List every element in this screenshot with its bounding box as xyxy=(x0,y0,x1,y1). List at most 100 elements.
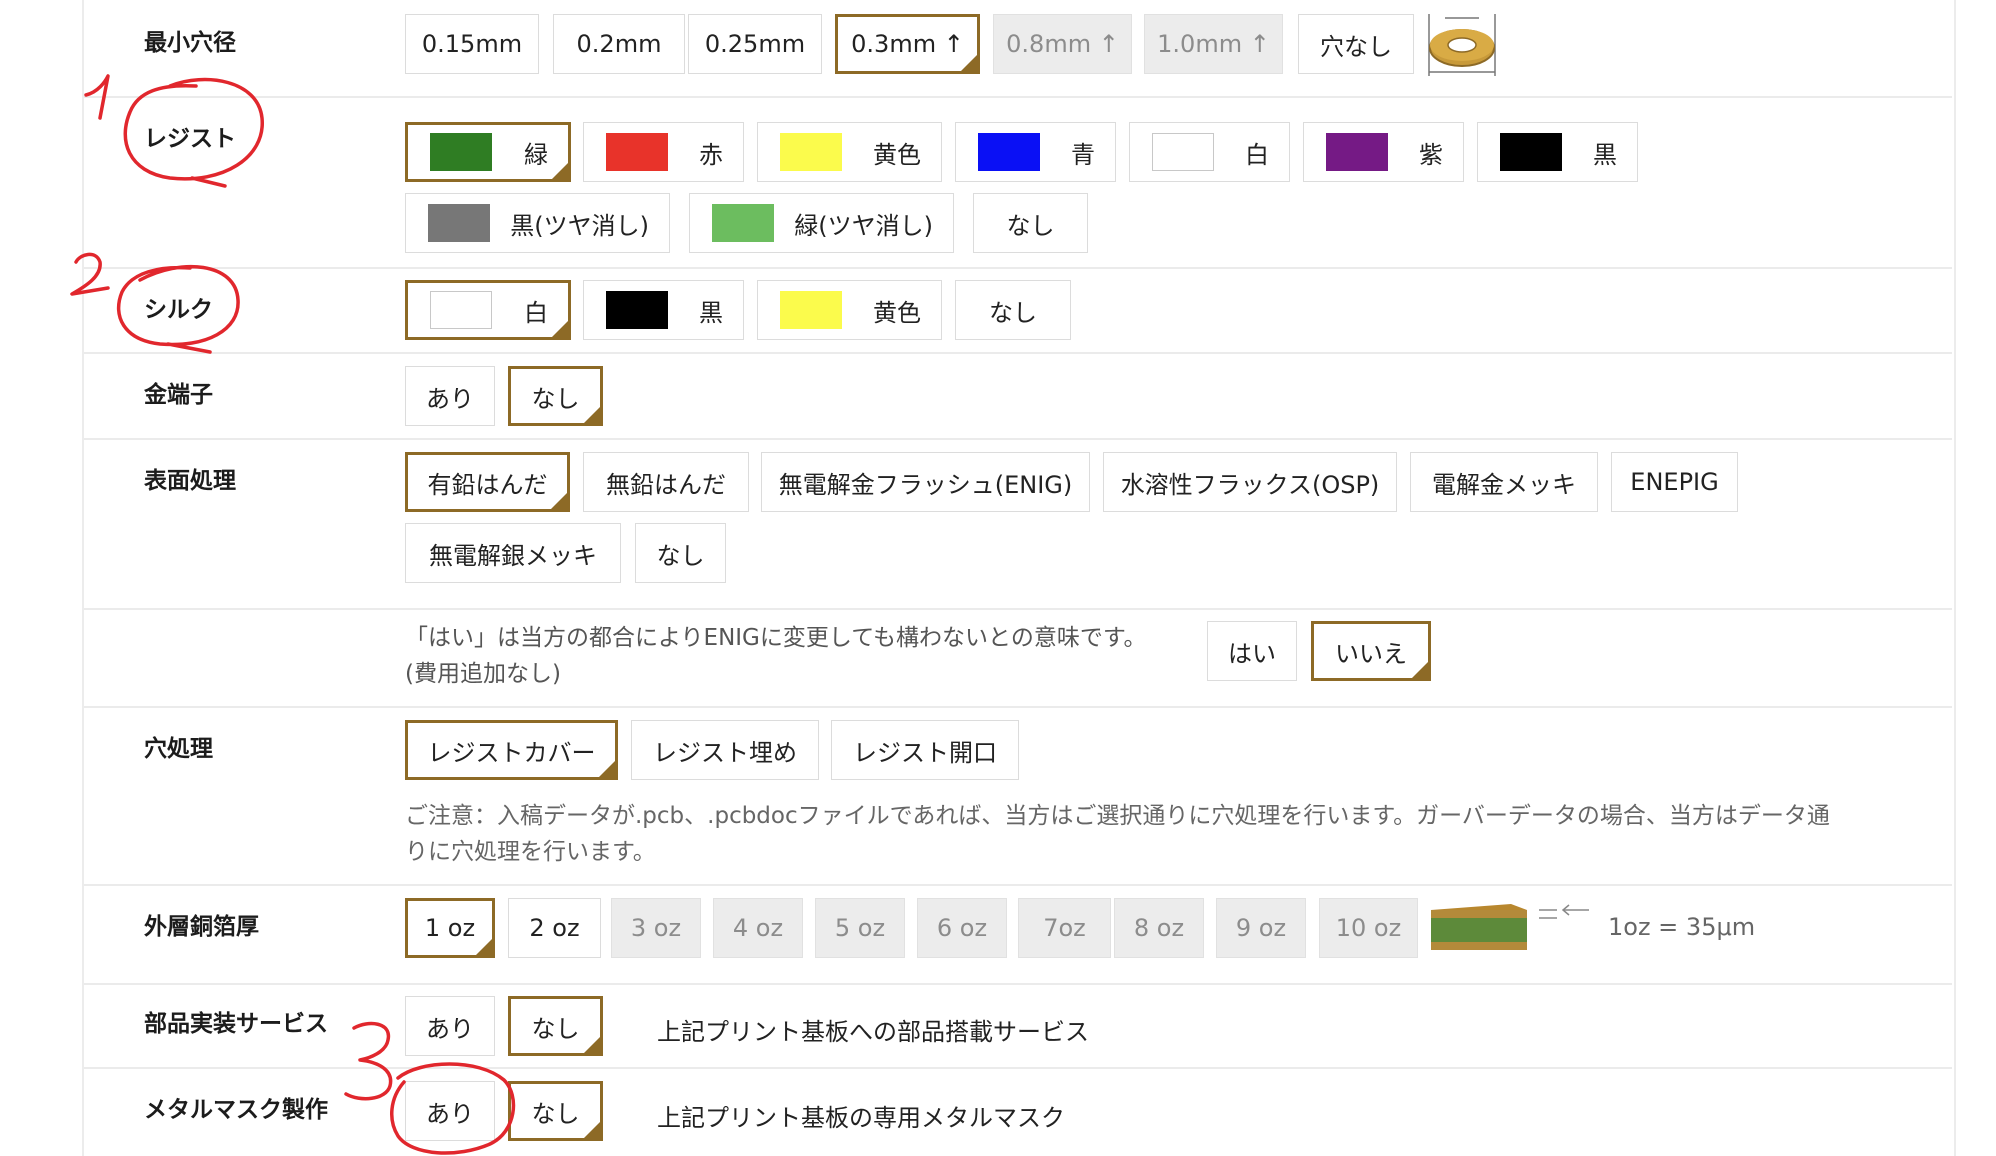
assembly-service-label: 部品実装サービス xyxy=(144,1011,328,1037)
gold-option-yes[interactable]: あり xyxy=(405,366,495,426)
option-text: なし xyxy=(656,541,705,570)
color-swatch xyxy=(1152,133,1214,171)
copper-option-4oz[interactable]: 4 oz xyxy=(713,898,803,958)
surface-option-none[interactable]: なし xyxy=(635,523,726,583)
option-text: 0.25mm xyxy=(704,30,806,58)
option-text: 6 oz xyxy=(936,914,988,942)
color-swatch xyxy=(712,204,774,242)
option-text: 10 oz xyxy=(1335,914,1402,942)
option-text: 5 oz xyxy=(834,914,886,942)
silk-option-none[interactable]: なし xyxy=(955,280,1071,340)
resist-option-white[interactable]: 白 xyxy=(1129,122,1290,182)
option-text: 黄色 xyxy=(873,140,921,169)
silk-label: シルク xyxy=(144,297,213,323)
option-text: 黒(ツヤ消し) xyxy=(510,211,649,240)
copper-option-2oz[interactable]: 2 oz xyxy=(508,898,601,958)
option-text: 緑(ツヤ消し) xyxy=(794,211,933,240)
gold-option-no[interactable]: なし xyxy=(508,366,603,426)
color-swatch xyxy=(606,133,668,171)
silk-option-white[interactable]: 白 xyxy=(405,280,571,340)
hole-option-0-2mm[interactable]: 0.2mm xyxy=(553,14,685,74)
copper-option-9oz[interactable]: 9 oz xyxy=(1216,898,1306,958)
option-text: 0.15mm xyxy=(421,30,523,58)
enig-note-line: 「はい」は当方の都合によりENIGに変更しても構わないとの意味です。 xyxy=(405,625,1147,651)
resist-option-yellow[interactable]: 黄色 xyxy=(757,122,942,182)
surface-option-enepig[interactable]: ENEPIG xyxy=(1611,452,1738,512)
assembly-option-no[interactable]: なし xyxy=(508,996,603,1056)
option-text: 無電解銀メッキ xyxy=(429,541,597,570)
option-text: レジスト埋め xyxy=(653,738,797,767)
option-text: 黄色 xyxy=(873,298,921,327)
silk-option-yellow[interactable]: 黄色 xyxy=(757,280,942,340)
resist-option-black[interactable]: 黒 xyxy=(1477,122,1638,182)
resist-option-blue[interactable]: 青 xyxy=(955,122,1116,182)
resist-option-matte-green[interactable]: 緑(ツヤ消し) xyxy=(689,193,954,253)
hole-option-0-3mm[interactable]: 0.3mm ↑ xyxy=(835,14,980,74)
assembly-option-yes[interactable]: あり xyxy=(405,996,495,1056)
copper-option-6oz[interactable]: 6 oz xyxy=(917,898,1007,958)
surface-finish-label: 表面処理 xyxy=(144,468,236,494)
option-text: 有鉛はんだ xyxy=(427,470,548,499)
hole-option-1-0mm[interactable]: 1.0mm ↑ xyxy=(1144,14,1283,74)
color-swatch xyxy=(780,291,842,329)
surface-option-osp[interactable]: 水溶性フラックス(OSP) xyxy=(1103,452,1397,512)
hole-option-0-25mm[interactable]: 0.25mm xyxy=(688,14,822,74)
color-swatch xyxy=(430,291,492,329)
resist-label: レジスト xyxy=(144,126,236,152)
copper-option-5oz[interactable]: 5 oz xyxy=(815,898,905,958)
color-swatch xyxy=(978,133,1040,171)
hole-option-0-15mm[interactable]: 0.15mm xyxy=(405,14,539,74)
hole-option-0-8mm[interactable]: 0.8mm ↑ xyxy=(993,14,1132,74)
row-divider xyxy=(84,267,1952,269)
copper-layer-icon xyxy=(1431,904,1589,950)
option-text: 8 oz xyxy=(1133,914,1185,942)
copper-option-7oz[interactable]: 7oz xyxy=(1018,898,1111,958)
option-text: 1 oz xyxy=(424,914,476,942)
via-option-resist-cover[interactable]: レジストカバー xyxy=(405,720,618,780)
min-hole-label: 最小穴径 xyxy=(144,30,236,56)
resist-option-green[interactable]: 緑 xyxy=(405,122,571,182)
enig-option-no[interactable]: いいえ xyxy=(1311,621,1431,681)
option-text: 無鉛はんだ xyxy=(606,470,726,499)
option-text: あり xyxy=(426,384,474,413)
option-text: 穴なし xyxy=(1320,32,1392,61)
resist-option-none[interactable]: なし xyxy=(973,193,1088,253)
copper-option-8oz[interactable]: 8 oz xyxy=(1114,898,1204,958)
option-text: 紫 xyxy=(1419,140,1443,169)
copper-option-3oz[interactable]: 3 oz xyxy=(611,898,701,958)
via-hole-icon xyxy=(1428,14,1496,76)
via-note-line: ご注意：入稿データが.pcb、.pcbdocファイルであれば、当方はご選択通りに… xyxy=(405,803,1830,829)
option-text: レジストカバー xyxy=(427,738,596,767)
option-text: 白 xyxy=(1245,140,1269,169)
option-text: なし xyxy=(531,1014,580,1043)
option-text: 0.2mm xyxy=(576,30,662,58)
silk-option-black[interactable]: 黒 xyxy=(583,280,744,340)
option-text: 3 oz xyxy=(630,914,682,942)
gold-finger-label: 金端子 xyxy=(144,382,213,408)
resist-option-purple[interactable]: 紫 xyxy=(1303,122,1464,182)
surface-option-hasl-leadfree[interactable]: 無鉛はんだ xyxy=(583,452,749,512)
copper-option-1oz[interactable]: 1 oz xyxy=(405,898,495,958)
resist-option-matte-black[interactable]: 黒(ツヤ消し) xyxy=(405,193,670,253)
enig-note-line: (費用追加なし) xyxy=(405,661,561,687)
row-divider xyxy=(84,96,1952,98)
via-option-resist-open[interactable]: レジスト開口 xyxy=(831,720,1019,780)
stencil-option-no[interactable]: なし xyxy=(508,1081,603,1141)
copper-option-10oz[interactable]: 10 oz xyxy=(1319,898,1418,958)
color-swatch xyxy=(1326,133,1388,171)
surface-option-enig[interactable]: 無電解金フラッシュ(ENIG) xyxy=(761,452,1090,512)
enig-option-yes[interactable]: はい xyxy=(1207,621,1297,681)
surface-option-hasl-lead[interactable]: 有鉛はんだ xyxy=(405,452,570,512)
option-text: 赤 xyxy=(699,140,723,169)
row-divider xyxy=(84,438,1952,440)
via-option-resist-fill[interactable]: レジスト埋め xyxy=(631,720,819,780)
surface-option-hard-gold[interactable]: 電解金メッキ xyxy=(1410,452,1598,512)
copper-unit-note: 1oz = 35μm xyxy=(1608,913,1756,941)
color-swatch xyxy=(780,133,842,171)
hole-option-none[interactable]: 穴なし xyxy=(1298,14,1414,74)
stencil-option-yes[interactable]: あり xyxy=(405,1081,495,1141)
option-text: なし xyxy=(989,298,1037,327)
surface-option-immersion-silver[interactable]: 無電解銀メッキ xyxy=(405,523,621,583)
resist-option-red[interactable]: 赤 xyxy=(583,122,744,182)
option-text: なし xyxy=(531,384,580,413)
